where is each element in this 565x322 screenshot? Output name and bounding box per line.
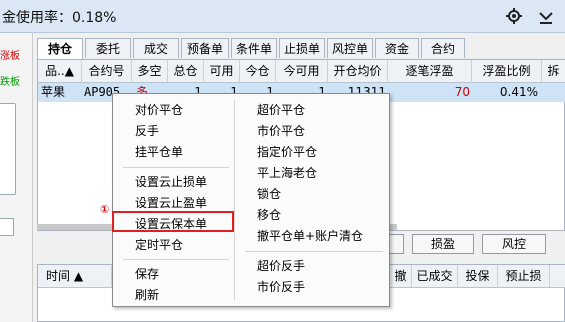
column-header[interactable]: 今仓 bbox=[240, 60, 276, 82]
menu-item-cancel-and-flatten[interactable]: 撤平仓单+账户清仓 bbox=[257, 226, 363, 246]
menu-item-market-close[interactable]: 市价平仓 bbox=[257, 121, 305, 141]
menu-item-counter-price-close[interactable]: 对价平仓 bbox=[135, 100, 183, 120]
tab-orders[interactable]: 委托 bbox=[85, 38, 131, 58]
menu-item-timed-close[interactable]: 定时平仓 bbox=[135, 235, 183, 255]
menu-separator bbox=[123, 167, 229, 168]
context-menu: 对价平仓 反手 挂平仓单 设置云止损单 设置云止盈单 设置云保本单 定时平仓 保… bbox=[112, 93, 390, 307]
menu-item-over-price-reverse[interactable]: 超价反手 bbox=[257, 256, 305, 276]
column-header[interactable]: 预止损 bbox=[498, 265, 550, 287]
tab-conditional[interactable]: 条件单 bbox=[231, 38, 277, 58]
highlight-box bbox=[112, 211, 234, 232]
column-header[interactable]: 投保 bbox=[458, 265, 498, 287]
column-header[interactable]: 今可用 bbox=[276, 60, 328, 82]
tab-prepared[interactable]: 预备单 bbox=[181, 38, 229, 58]
tab-trades[interactable]: 成交 bbox=[133, 38, 179, 58]
window-title: 金使用率：0.18% bbox=[2, 10, 117, 26]
column-header[interactable]: 可用 bbox=[204, 60, 240, 82]
tab-funds[interactable]: 资金 bbox=[375, 38, 419, 58]
side-button[interactable] bbox=[0, 218, 14, 236]
menu-item-limit-price-close[interactable]: 指定价平仓 bbox=[257, 142, 317, 162]
menu-separator bbox=[245, 251, 383, 252]
left-panel: 涨板 跌板 bbox=[0, 33, 33, 322]
menu-item-reverse[interactable]: 反手 bbox=[135, 121, 159, 141]
tab-positions[interactable]: 持仓 bbox=[37, 38, 83, 60]
menu-column-divider bbox=[234, 100, 235, 300]
menu-separator bbox=[123, 259, 229, 260]
column-header[interactable]: 浮盈比例 bbox=[472, 60, 542, 82]
column-header[interactable]: 拆 bbox=[542, 60, 565, 82]
profit-loss-button[interactable]: 损盈 bbox=[412, 234, 474, 254]
menu-item-lock-position[interactable]: 锁仓 bbox=[257, 184, 281, 204]
menu-item-roll-position[interactable]: 移仓 bbox=[257, 205, 281, 225]
chevron-down-icon[interactable] bbox=[537, 7, 555, 25]
cell-product: 苹果 bbox=[41, 85, 66, 99]
tab-risk[interactable]: 风控单 bbox=[327, 38, 373, 58]
step-marker: ① bbox=[100, 203, 110, 216]
gear-icon[interactable] bbox=[505, 7, 523, 25]
column-header[interactable]: 已成交 bbox=[412, 265, 458, 287]
cell-float-pnl: 70 bbox=[454, 85, 470, 99]
risk-control-button[interactable]: 风控 bbox=[482, 234, 546, 254]
menu-item-over-price-close[interactable]: 超价平仓 bbox=[257, 100, 305, 120]
column-header[interactable]: 总仓 bbox=[168, 60, 204, 82]
column-header[interactable]: 多空 bbox=[132, 60, 168, 82]
menu-item-market-reverse[interactable]: 市价反手 bbox=[257, 277, 305, 297]
tab-contracts[interactable]: 合约 bbox=[421, 38, 465, 58]
grid-header: 品..▲ 合约号 多空 总仓 可用 今仓 今可用 开仓均价 逐笔浮盈 浮盈比例 … bbox=[38, 60, 565, 83]
column-header[interactable]: 逐笔浮盈 bbox=[388, 60, 472, 82]
menu-item-cloud-stoploss[interactable]: 设置云止损单 bbox=[135, 172, 207, 192]
column-header[interactable]: 撤 bbox=[390, 265, 412, 287]
limit-down-label: 跌板 bbox=[0, 77, 20, 88]
column-header[interactable]: 合约号 bbox=[82, 60, 132, 82]
column-header[interactable]: 开仓均价 bbox=[328, 60, 388, 82]
title-bar: 金使用率：0.18% bbox=[0, 0, 565, 33]
menu-item-place-close-order[interactable]: 挂平仓单 bbox=[135, 142, 183, 162]
limit-up-label: 涨板 bbox=[0, 51, 20, 62]
column-header[interactable]: 时间 ▲ bbox=[38, 265, 112, 287]
side-input-box[interactable] bbox=[0, 103, 16, 195]
menu-item-refresh[interactable]: 刷新 bbox=[135, 285, 159, 305]
menu-item-save[interactable]: 保存 bbox=[135, 264, 159, 284]
menu-item-close-shanghai-old[interactable]: 平上海老仓 bbox=[257, 163, 317, 183]
column-header[interactable]: 品..▲ bbox=[38, 60, 82, 82]
tab-stoploss[interactable]: 止损单 bbox=[279, 38, 325, 58]
cell-pnl-ratio: 0.41% bbox=[499, 85, 538, 99]
menu-item-cloud-takeprofit[interactable]: 设置云止盈单 bbox=[135, 193, 207, 213]
